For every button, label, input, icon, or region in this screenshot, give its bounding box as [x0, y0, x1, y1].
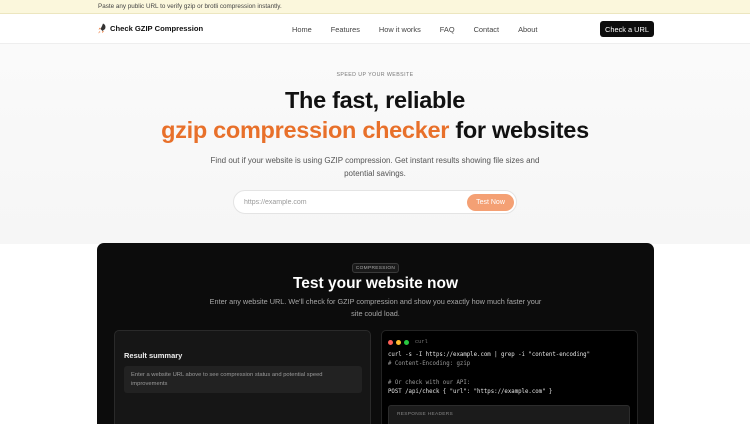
brand[interactable]: Check GZIP Compression [97, 23, 203, 34]
nav-link-contact[interactable]: Contact [474, 25, 499, 34]
announcement-text: Paste any public URL to verify gzip or b… [98, 3, 282, 10]
nav-link-faq[interactable]: FAQ [440, 25, 455, 34]
result-summary-heading: Result summary [124, 351, 183, 360]
maximize-dot-icon [404, 339, 409, 345]
nav-link-home[interactable]: Home [292, 25, 312, 34]
nav-links: Home Features How it works FAQ Contact A… [292, 25, 556, 34]
url-search-bar: Test Now [233, 190, 517, 214]
result-summary-card: Result summary Enter a website URL above… [114, 330, 371, 424]
check-url-button[interactable]: Check a URL [600, 21, 654, 37]
response-headers-label: RESPONSE HEADERS [397, 412, 453, 417]
rocket-icon [98, 23, 106, 34]
result-empty-state: Enter a website URL above to see compres… [124, 366, 362, 393]
hero-subtitle: Find out if your website is using GZIP c… [210, 156, 540, 178]
terminal-card: curl curl -s -I https://example.com | gr… [381, 330, 638, 424]
hero-eyebrow: SPEED UP YOUR WEBSITE [336, 72, 414, 78]
announcement-bar: Paste any public URL to verify gzip or b… [0, 0, 750, 14]
nav-link-about[interactable]: About [518, 25, 537, 34]
compression-badge: COMPRESSION [352, 263, 399, 273]
hero-title-accent: gzip compression checker [161, 117, 450, 143]
nav-link-features[interactable]: Features [331, 25, 360, 34]
window-controls: curl [388, 339, 428, 345]
test-panel: COMPRESSION Test your website now Enter … [97, 243, 654, 424]
panel-title: Test your website now [292, 275, 459, 292]
brand-name: Check GZIP Compression [110, 24, 204, 33]
close-dot-icon [388, 339, 393, 345]
hero-title-line1: The fast, reliable [284, 87, 466, 113]
response-headers-box: RESPONSE HEADERS [388, 405, 630, 424]
nav-link-how-it-works[interactable]: How it works [379, 25, 421, 34]
hero-section: SPEED UP YOUR WEBSITE The fast, reliable… [0, 44, 750, 244]
code-line-post: POST /api/check { "url": "https://exampl… [388, 389, 553, 395]
code-line-curl: curl -s -I https://example.com | grep -i… [388, 352, 591, 358]
hero-title-rest: for websites [449, 117, 589, 143]
hero-title-line2: gzip compression checker for websites [0, 117, 750, 144]
code-line-comment-encoding: # Content-Encoding: gzip [388, 361, 471, 367]
navbar: Check GZIP Compression Home Features How… [0, 14, 750, 44]
minimize-dot-icon [396, 339, 401, 345]
test-now-button[interactable]: Test Now [467, 194, 514, 211]
terminal-label: curl [415, 339, 428, 345]
url-input[interactable] [244, 195, 444, 210]
code-line-comment-api: # Or check with our API: [388, 380, 471, 386]
panel-subtitle: Enter any website URL. We'll check for G… [209, 297, 542, 318]
